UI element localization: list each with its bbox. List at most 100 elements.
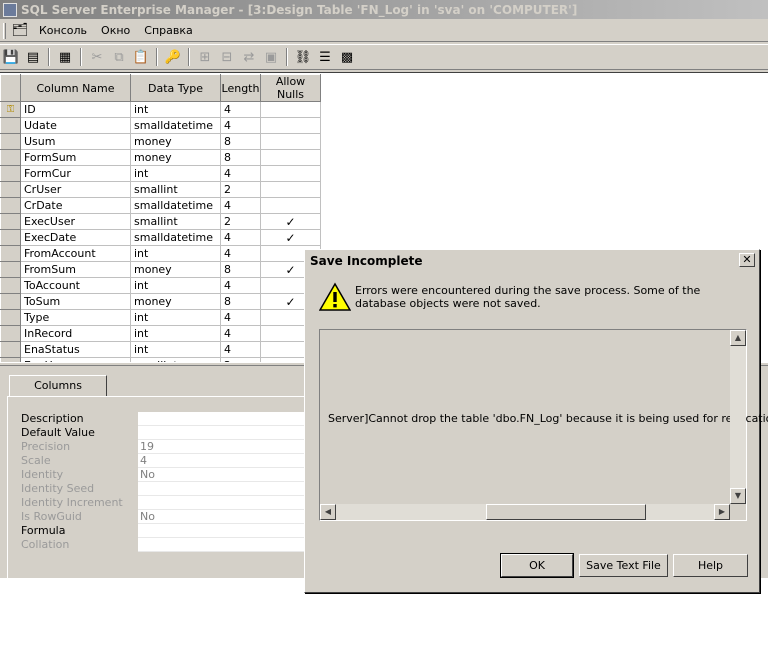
column-name-cell[interactable]: Udate <box>20 117 131 134</box>
length-cell[interactable]: 4 <box>220 341 261 358</box>
manage-relationships-icon[interactable]: ⛓ <box>292 46 314 68</box>
data-type-cell[interactable]: money <box>130 261 221 278</box>
column-name-cell[interactable]: FromSum <box>20 261 131 278</box>
row-selector[interactable] <box>0 277 21 294</box>
table-row[interactable]: ToSum money 8 ✓ <box>0 293 321 310</box>
row-selector[interactable] <box>0 181 21 198</box>
row-selector[interactable] <box>0 165 21 182</box>
row-selector[interactable] <box>0 197 21 214</box>
allow-nulls-checkbox[interactable]: ✓ <box>260 213 321 230</box>
ok-button[interactable]: OK <box>500 553 574 578</box>
table-row[interactable]: CrDate smalldatetime 4 <box>0 197 321 214</box>
allow-nulls-checkbox[interactable] <box>260 197 321 214</box>
row-selector[interactable] <box>0 149 21 166</box>
row-selector[interactable] <box>0 229 21 246</box>
generate-script-icon[interactable]: ▦ <box>54 46 76 68</box>
row-selector[interactable] <box>0 341 21 358</box>
data-type-cell[interactable]: int <box>130 101 221 118</box>
menu-help[interactable]: Справка <box>137 24 199 37</box>
error-detail-box[interactable]: Server]Cannot drop the table 'dbo.FN_Log… <box>319 329 768 521</box>
menu-console[interactable]: Консоль <box>32 24 94 37</box>
allow-nulls-checkbox[interactable] <box>260 133 321 150</box>
row-selector[interactable] <box>0 325 21 342</box>
column-name-cell[interactable]: EnaStatus <box>20 341 131 358</box>
data-type-cell[interactable]: smalldatetime <box>130 197 221 214</box>
data-type-cell[interactable]: smallint <box>130 181 221 198</box>
length-cell[interactable]: 8 <box>220 293 261 310</box>
table-row[interactable]: ⚿ ID int 4 <box>0 101 321 118</box>
delete-column-icon[interactable]: ⊟ <box>216 46 238 68</box>
length-cell[interactable]: 2 <box>220 213 261 230</box>
table-row[interactable]: EnaStatus int 4 <box>0 341 321 358</box>
length-cell[interactable]: 4 <box>220 229 261 246</box>
allow-nulls-checkbox[interactable] <box>260 117 321 134</box>
data-type-cell[interactable]: money <box>130 293 221 310</box>
scroll-right-icon[interactable]: ▶ <box>714 504 730 520</box>
row-selector[interactable] <box>0 261 21 278</box>
row-selector[interactable] <box>0 117 21 134</box>
cut-icon[interactable]: ✂ <box>86 46 108 68</box>
table-row[interactable]: FormCur int 4 <box>0 165 321 182</box>
length-cell[interactable]: 4 <box>220 325 261 342</box>
allow-nulls-checkbox[interactable]: ✓ <box>260 229 321 246</box>
row-selector[interactable] <box>0 213 21 230</box>
length-cell[interactable]: 8 <box>220 261 261 278</box>
column-name-cell[interactable]: FromAccount <box>20 245 131 262</box>
table-row[interactable]: FromAccount int 4 <box>0 245 321 262</box>
horizontal-scrollbar[interactable]: ◀ ▶ <box>320 504 730 520</box>
indexes-icon[interactable]: ▣ <box>260 46 282 68</box>
column-name-cell[interactable]: InRecord <box>20 325 131 342</box>
length-cell[interactable]: 4 <box>220 117 261 134</box>
vertical-scrollbar[interactable]: ▲ ▼ <box>730 330 746 504</box>
tab-columns[interactable]: Columns <box>9 375 107 397</box>
copy-icon[interactable]: ⧉ <box>108 46 130 68</box>
data-type-cell[interactable]: money <box>130 149 221 166</box>
scroll-left-icon[interactable]: ◀ <box>320 504 336 520</box>
data-type-cell[interactable]: int <box>130 341 221 358</box>
table-row[interactable]: ExecUser smallint 2 ✓ <box>0 213 321 230</box>
column-name-cell[interactable]: FormSum <box>20 149 131 166</box>
data-type-cell[interactable]: int <box>130 165 221 182</box>
allow-nulls-checkbox[interactable] <box>260 149 321 166</box>
length-cell[interactable]: 8 <box>220 133 261 150</box>
scroll-down-icon[interactable]: ▼ <box>730 488 746 504</box>
allow-nulls-checkbox[interactable] <box>260 165 321 182</box>
header-column-name[interactable]: Column Name <box>20 74 131 102</box>
paste-icon[interactable]: 📋 <box>130 46 152 68</box>
data-type-cell[interactable]: smallint <box>130 213 221 230</box>
scroll-thumb[interactable] <box>486 504 646 520</box>
allow-nulls-checkbox[interactable] <box>260 181 321 198</box>
data-type-cell[interactable]: int <box>130 325 221 342</box>
scroll-up-icon[interactable]: ▲ <box>730 330 746 346</box>
column-name-cell[interactable]: Type <box>20 309 131 326</box>
column-name-cell[interactable]: CrUser <box>20 181 131 198</box>
column-name-cell[interactable]: ID <box>20 101 131 118</box>
data-type-cell[interactable]: money <box>130 133 221 150</box>
table-row[interactable]: CrUser smallint 2 <box>0 181 321 198</box>
close-icon[interactable]: ✕ <box>739 253 755 267</box>
length-cell[interactable]: 8 <box>220 149 261 166</box>
allow-nulls-checkbox[interactable] <box>260 101 321 118</box>
data-type-cell[interactable]: int <box>130 277 221 294</box>
column-name-cell[interactable]: FormCur <box>20 165 131 182</box>
save-icon[interactable]: 💾 <box>0 46 22 68</box>
scroll-track[interactable] <box>336 504 486 520</box>
table-row[interactable]: Usum money 8 <box>0 133 321 150</box>
row-selector[interactable] <box>0 309 21 326</box>
help-button[interactable]: Help <box>673 554 748 577</box>
column-name-cell[interactable]: Usum <box>20 133 131 150</box>
primary-key-icon[interactable]: ⚿ <box>0 101 21 118</box>
table-row[interactable]: Type int 4 <box>0 309 321 326</box>
length-cell[interactable]: 4 <box>220 165 261 182</box>
table-row[interactable]: ExecDate smalldatetime 4 ✓ <box>0 229 321 246</box>
relationships-icon[interactable]: ⇄ <box>238 46 260 68</box>
header-data-type[interactable]: Data Type <box>130 74 221 102</box>
column-name-cell[interactable]: ExecUser <box>20 213 131 230</box>
data-type-cell[interactable]: int <box>130 309 221 326</box>
primary-key-icon[interactable]: 🔑 <box>162 46 184 68</box>
table-row[interactable]: FromSum money 8 ✓ <box>0 261 321 278</box>
row-selector[interactable] <box>0 245 21 262</box>
length-cell[interactable]: 4 <box>220 101 261 118</box>
table-row[interactable]: Udate smalldatetime 4 <box>0 117 321 134</box>
properties-icon[interactable]: ▤ <box>22 46 44 68</box>
